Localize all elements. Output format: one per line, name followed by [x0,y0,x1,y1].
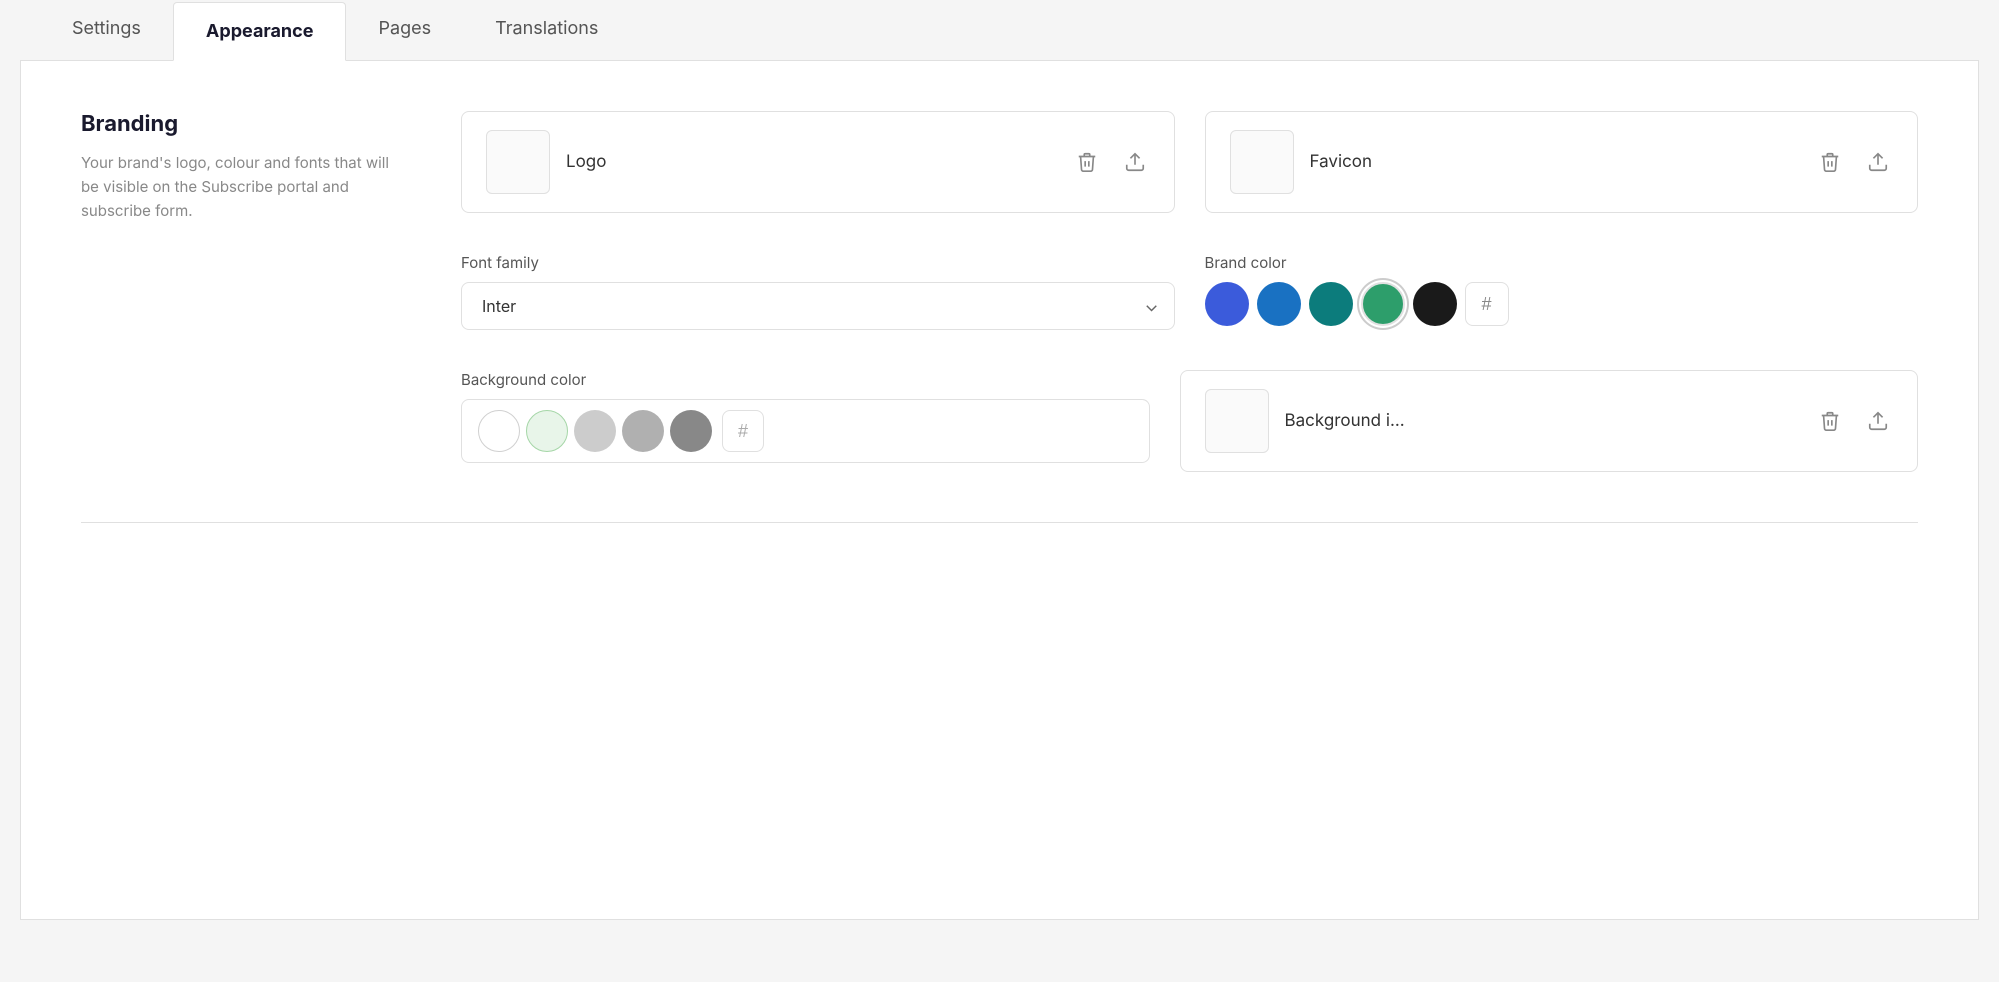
bg-color-hash-button[interactable]: # [722,410,764,452]
bg-image-delete-button[interactable] [1815,406,1845,436]
tab-translations[interactable]: Translations [463,0,630,60]
brand-color-swatch-3[interactable] [1309,282,1353,326]
upload-icon [1867,410,1889,432]
logo-preview [486,130,550,194]
brand-color-swatches: # [1205,282,1919,326]
font-color-row: Font family Inter Arial Helvetica Georgi… [461,253,1918,330]
bg-color-label: Background color [461,370,1150,389]
bg-color-group: Background color # [461,370,1150,463]
trash-icon [1819,151,1841,173]
brand-color-hash-button[interactable]: # [1465,282,1509,326]
tab-settings[interactable]: Settings [40,0,173,60]
bg-image-label: Background i... [1285,411,1800,431]
logo-upload-button[interactable] [1120,147,1150,177]
upload-icon [1124,151,1146,173]
bg-swatch-white[interactable] [478,410,520,452]
tabs-container: Settings Appearance Pages Translations [0,0,1999,60]
logo-delete-button[interactable] [1072,147,1102,177]
brand-color-swatch-1[interactable] [1205,282,1249,326]
bg-swatch-medium-gray[interactable] [622,410,664,452]
brand-color-group: Brand color # [1205,253,1919,326]
bg-image-upload-icons [1815,406,1893,436]
bg-swatches-box: # [461,399,1150,463]
bg-swatch-dark-gray[interactable] [670,410,712,452]
branding-title: Branding [81,111,401,137]
brand-color-swatch-4[interactable] [1361,282,1405,326]
tab-appearance[interactable]: Appearance [173,2,347,61]
logo-label: Logo [566,152,1056,172]
bg-image-preview [1205,389,1269,453]
section-divider [81,522,1918,523]
logo-upload-box: Logo [461,111,1175,213]
favicon-delete-button[interactable] [1815,147,1845,177]
brand-color-swatch-2[interactable] [1257,282,1301,326]
favicon-upload-button[interactable] [1863,147,1893,177]
trash-icon [1076,151,1098,173]
tab-pages[interactable]: Pages [346,0,463,60]
bg-image-upload-button[interactable] [1863,406,1893,436]
main-content: Branding Your brand's logo, colour and f… [20,60,1979,920]
bg-color-row: Background color # Backgro [461,370,1918,472]
bg-image-upload-box: Background i... [1180,370,1919,472]
upload-row: Logo [461,111,1918,213]
font-family-group: Font family Inter Arial Helvetica Georgi… [461,253,1175,330]
bg-swatch-light-green[interactable] [526,410,568,452]
font-family-label: Font family [461,253,1175,272]
favicon-upload-icons [1815,147,1893,177]
upload-icon [1867,151,1889,173]
logo-upload-icons [1072,147,1150,177]
brand-color-swatch-5[interactable] [1413,282,1457,326]
branding-panels: Logo [461,111,1918,472]
branding-section: Branding Your brand's logo, colour and f… [81,111,1918,472]
trash-icon [1819,410,1841,432]
font-select-wrapper: Inter Arial Helvetica Georgia Times New … [461,282,1175,330]
favicon-preview [1230,130,1294,194]
bg-swatch-light-gray[interactable] [574,410,616,452]
favicon-label: Favicon [1310,152,1800,172]
branding-desc-text: Your brand's logo, colour and fonts that… [81,151,401,223]
page-wrapper: Settings Appearance Pages Translations B… [0,0,1999,982]
favicon-upload-box: Favicon [1205,111,1919,213]
branding-description: Branding Your brand's logo, colour and f… [81,111,401,223]
brand-color-label: Brand color [1205,253,1919,272]
font-family-select[interactable]: Inter Arial Helvetica Georgia Times New … [461,282,1175,330]
